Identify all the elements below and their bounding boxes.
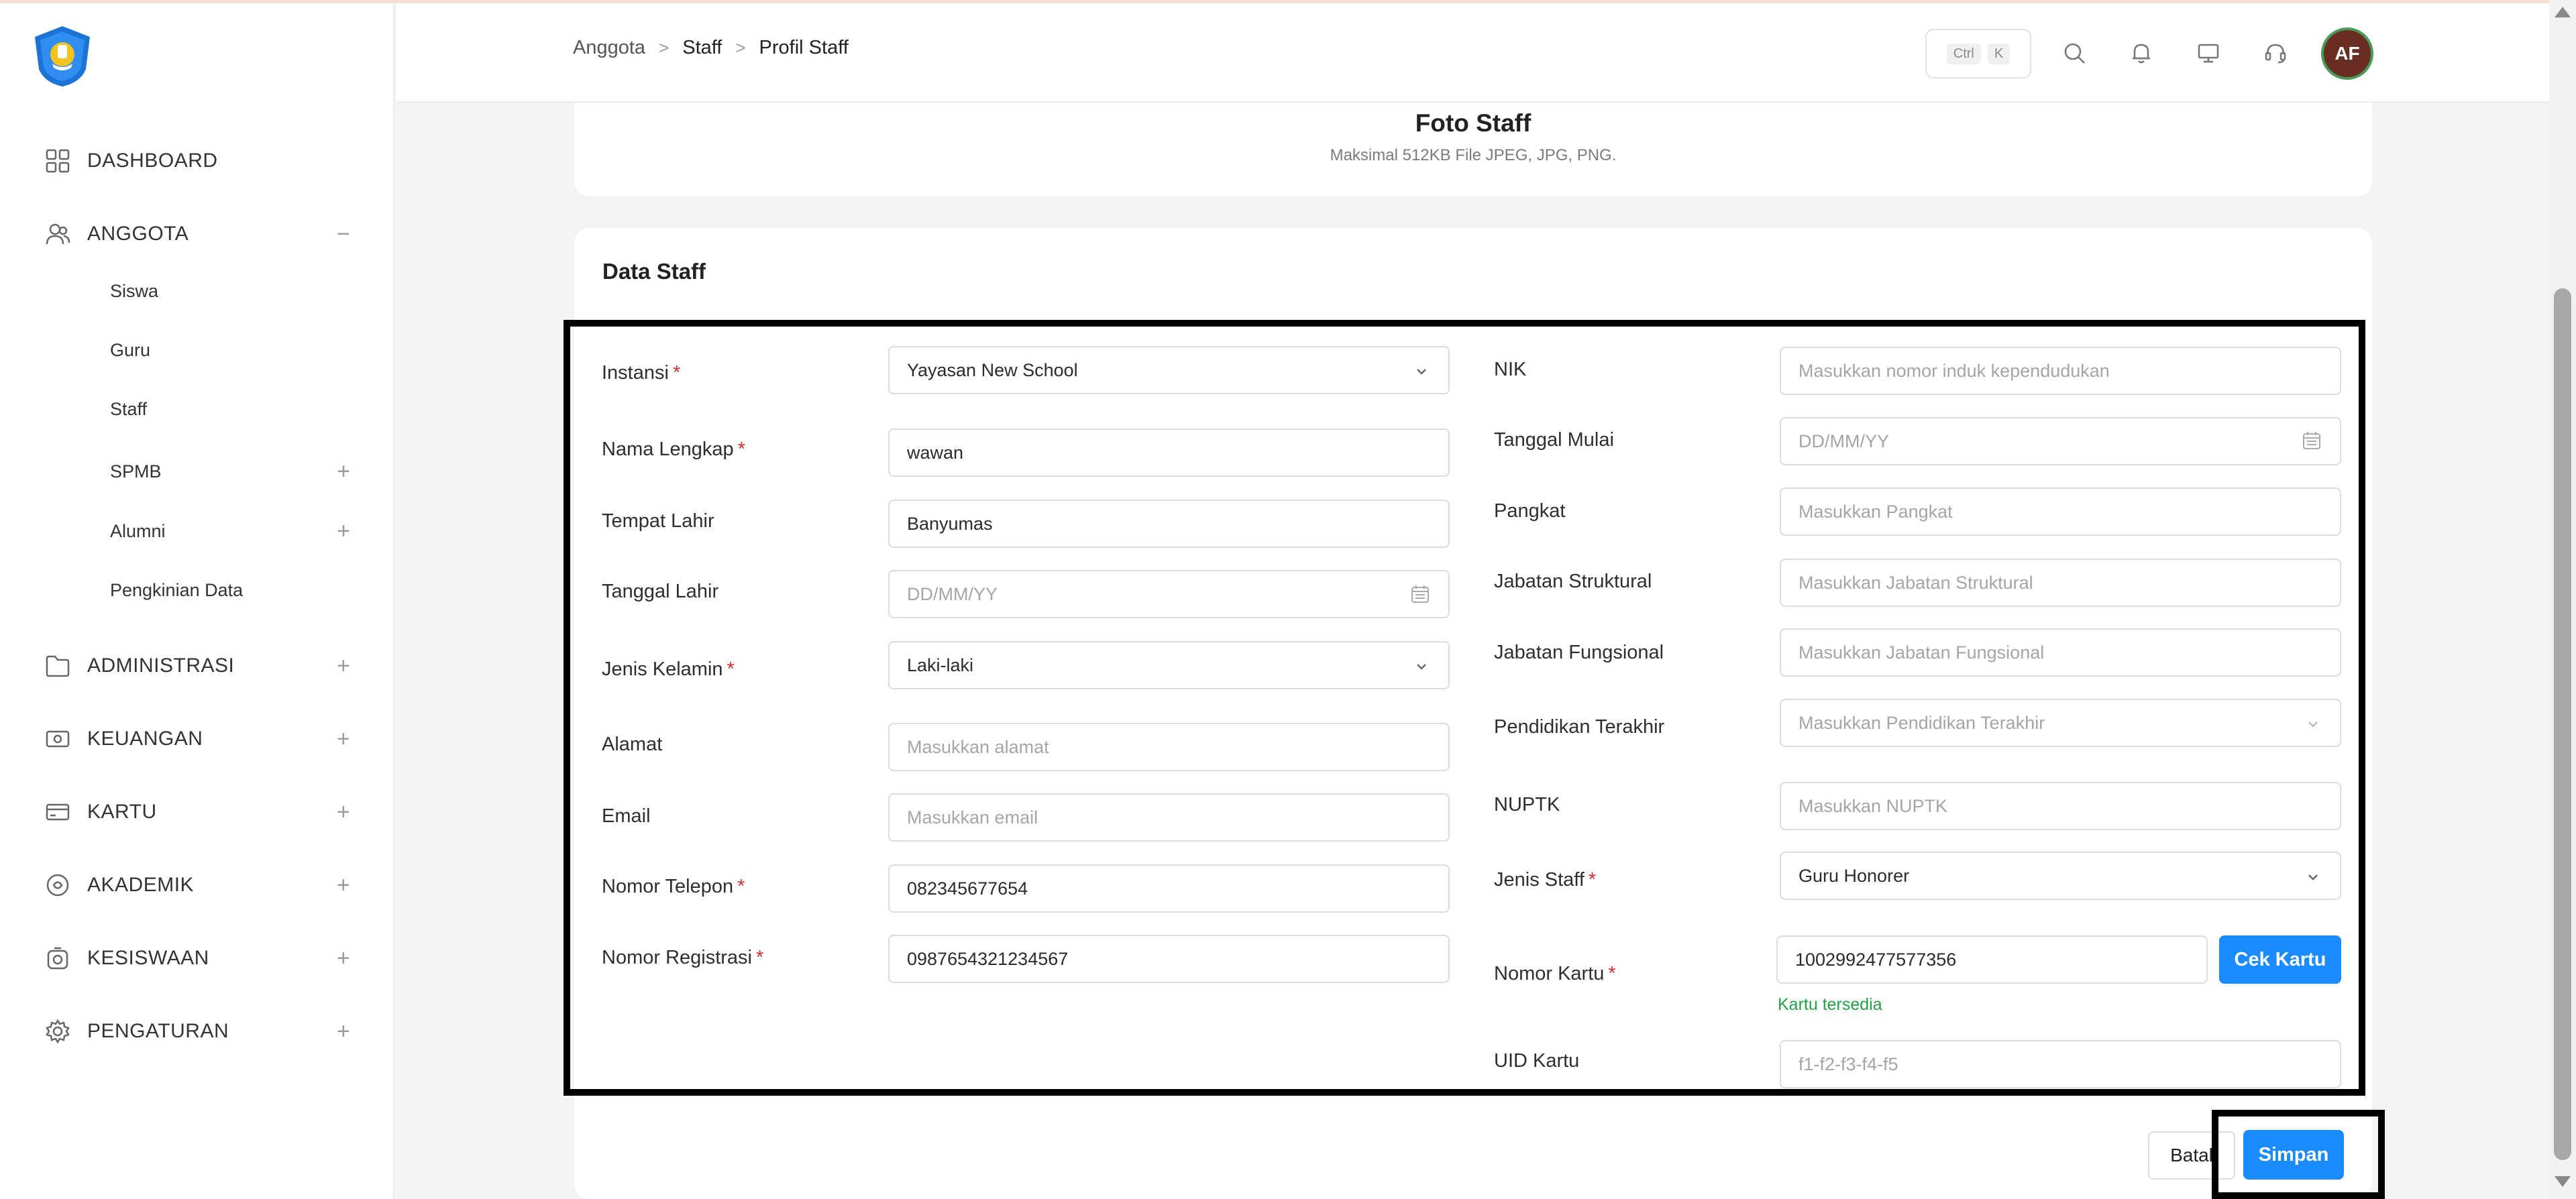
expand-toggle-icon[interactable]: + [330,799,357,825]
sidebar-subitem-label: Alumni [110,520,166,541]
sidebar-subitem-label: Pengkinian Data [110,579,244,600]
bell-icon[interactable] [2127,38,2156,68]
sidebar-subitem-siswa[interactable]: Siswa [110,274,352,308]
sidebar-item-kesiswaan[interactable]: KESISWAAN + [43,938,352,978]
sidebar-item-kartu[interactable]: KARTU + [43,792,352,832]
section-title: Data Staff [602,259,706,284]
expand-toggle-icon[interactable]: + [330,726,357,752]
expand-toggle-icon[interactable]: + [330,518,357,545]
sidebar-subitem-label: SPMB [110,461,162,481]
sidebar-subitem-pengkinian-data[interactable]: Pengkinian Data [110,573,352,607]
expand-toggle-icon[interactable]: + [330,653,357,679]
kbd-k: K [1987,43,2010,64]
expand-toggle-icon[interactable]: + [330,872,357,899]
breadcrumb-separator: > [735,38,746,58]
sidebar-item-label: KARTU [87,801,157,823]
sidebar: DASHBOARD ANGGOTA − Siswa Guru Staff SPM… [0,3,394,1199]
breadcrumb-item-staff[interactable]: Staff [682,37,722,59]
sidebar-subitem-label: Guru [110,339,151,360]
sidebar-item-label: ADMINISTRASI [87,654,235,677]
headset-icon[interactable] [2261,38,2290,68]
sidebar-item-akademik[interactable]: AKADEMIK + [43,865,352,905]
user-avatar[interactable]: AF [2321,27,2373,80]
sidebar-item-label: ANGGOTA [87,223,189,245]
breadcrumb-item-current: Profil Staff [759,37,849,58]
breadcrumb-item-anggota[interactable]: Anggota [573,37,645,59]
scroll-down-arrow-icon[interactable] [2555,1176,2571,1187]
academic-icon [43,870,72,900]
top-header: Anggota > Staff > Profil Staff Ctrl K AF [396,3,2549,103]
expand-toggle-icon[interactable]: + [330,459,357,485]
card-icon [43,797,72,827]
sidebar-subitem-staff[interactable]: Staff [110,392,352,426]
photo-card-title: Foto Staff [1415,109,1532,137]
dashboard-icon [43,146,72,176]
sidebar-item-label: KEUANGAN [87,728,203,750]
sidebar-subitem-alumni[interactable]: Alumni + [110,514,352,548]
sidebar-item-label: KESISWAAN [87,947,209,969]
tut-wuri-handayani-logo[interactable] [32,25,93,88]
sidebar-item-administrasi[interactable]: ADMINISTRASI + [43,646,352,686]
search-icon[interactable] [2059,38,2089,68]
expand-toggle-icon[interactable]: + [330,946,357,972]
form-highlight-frame [564,320,2365,1096]
photo-card: Foto Staff Maksimal 512KB File JPEG, JPG… [574,103,2372,196]
sidebar-subitem-guru[interactable]: Guru [110,333,352,367]
sidebar-item-label: AKADEMIK [87,874,195,896]
sidebar-item-pengaturan[interactable]: PENGATURAN + [43,1011,352,1051]
money-icon [43,724,72,754]
users-icon [43,219,72,249]
student-affairs-icon [43,944,72,973]
sidebar-subitem-label: Siswa [110,280,159,301]
sidebar-item-label: PENGATURAN [87,1020,229,1042]
sidebar-subitem-label: Staff [110,398,148,419]
monitor-icon[interactable] [2194,38,2223,68]
photo-card-subtitle: Maksimal 512KB File JPEG, JPG, PNG. [1330,146,1617,164]
sidebar-item-dashboard[interactable]: DASHBOARD [43,141,352,181]
collapse-toggle-icon[interactable]: − [330,221,357,247]
save-highlight-frame [2212,1110,2385,1199]
breadcrumb-separator: > [659,38,669,58]
folder-icon [43,651,72,681]
expand-toggle-icon[interactable]: + [330,1019,357,1045]
page-scrollbar[interactable] [2549,0,2576,1199]
scroll-up-arrow-icon[interactable] [2555,7,2571,17]
kbd-ctrl: Ctrl [1946,43,1981,64]
breadcrumb: Anggota > Staff > Profil Staff [573,37,849,59]
settings-icon [43,1017,72,1046]
sidebar-item-keuangan[interactable]: KEUANGAN + [43,719,352,759]
sidebar-item-anggota[interactable]: ANGGOTA − [43,214,352,254]
command-palette-shortcut[interactable]: Ctrl K [1925,29,2031,78]
sidebar-item-label: DASHBOARD [87,150,218,172]
scrollbar-thumb[interactable] [2554,288,2571,1160]
sidebar-subitem-spmb[interactable]: SPMB + [110,455,352,488]
